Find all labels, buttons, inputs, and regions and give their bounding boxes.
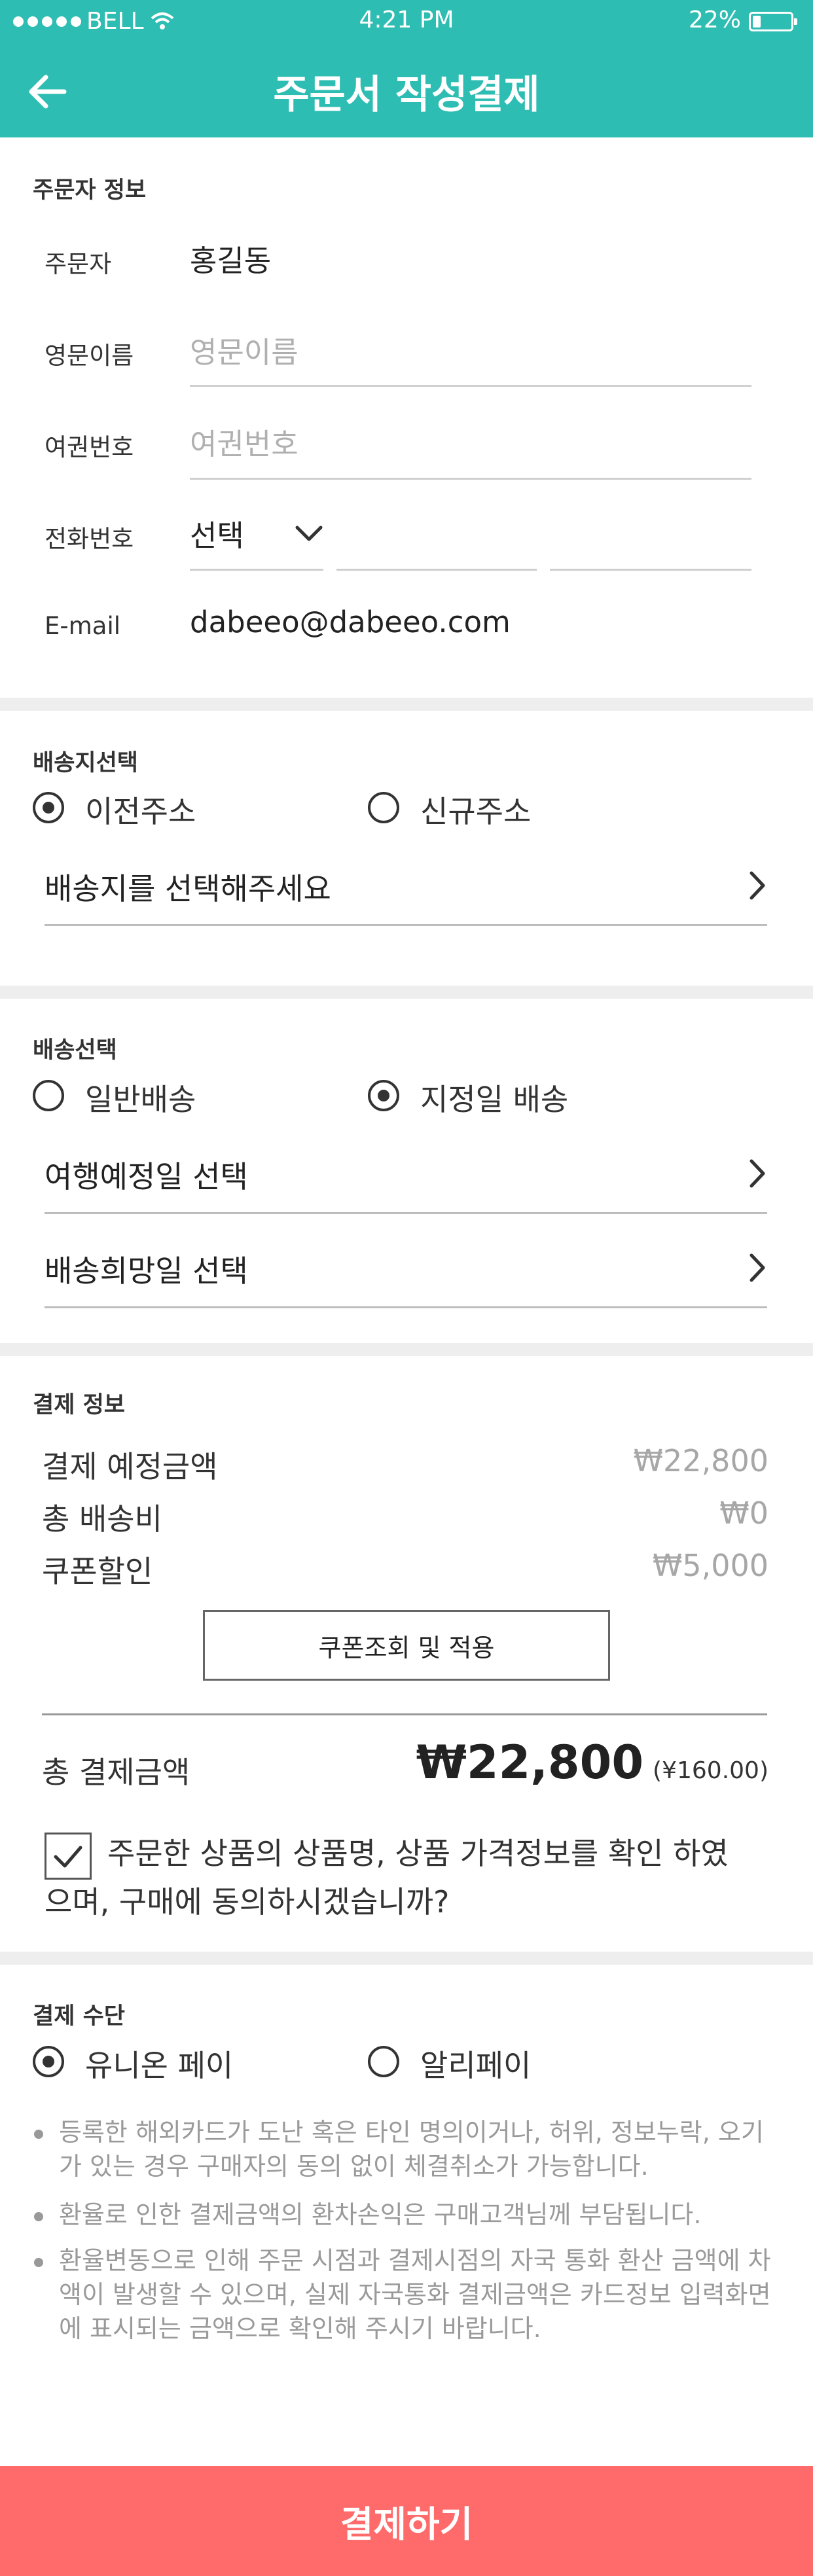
chevron-right-icon	[750, 1253, 765, 1282]
shipping-fee-value: ₩0	[719, 1495, 768, 1531]
bullet-icon	[34, 2130, 43, 2139]
status-bar: BELL 4:21 PM 22%	[0, 0, 813, 43]
checkmark-icon	[54, 1846, 82, 1868]
delivery-date-underline	[45, 1306, 767, 1308]
radio-prev-address-label: 이전주소	[85, 794, 196, 829]
orderer-name-label: 주문자	[45, 250, 112, 278]
coupon-discount-value: ₩5,000	[652, 1548, 768, 1583]
email-label: E-mail	[45, 612, 121, 640]
bullet-icon	[34, 2258, 43, 2267]
chevron-right-icon	[750, 1159, 765, 1188]
radio-scheduled-delivery[interactable]: 지정일 배송	[368, 1076, 643, 1117]
select-address-underline	[45, 924, 767, 926]
passport-label: 여권번호	[45, 433, 134, 461]
select-address-row[interactable]: 배송지를 선택해주세요	[45, 863, 767, 915]
chevron-down-icon	[295, 526, 323, 541]
phone-prefix-value: 선택	[190, 518, 244, 553]
page-title: 주문서 작성결제	[273, 72, 540, 118]
radio-normal-delivery-label: 일반배송	[85, 1082, 196, 1117]
divider	[0, 1952, 813, 1965]
phone-prefix-underline	[190, 569, 323, 571]
phone-last-underline	[550, 569, 751, 571]
orderer-name-value: 홍길동	[190, 243, 272, 278]
section-title-orderer: 주문자 정보	[33, 177, 147, 204]
expected-amount-label: 결제 예정금액	[42, 1449, 218, 1484]
bullet-icon	[34, 2212, 43, 2221]
travel-date-row[interactable]: 여행예정일 선택	[45, 1149, 767, 1202]
app-header: 주문서 작성결제	[0, 43, 813, 137]
passport-input[interactable]: 여권번호	[190, 420, 298, 463]
eng-name-input[interactable]: 영문이름	[190, 329, 298, 371]
notice-item: 환율변동으로 인해 주문 시점과 결제시점의 자국 통화 환산 금액에 차액이 …	[59, 2246, 771, 2343]
radio-new-address[interactable]: 신규주소	[368, 788, 630, 829]
radio-checked-icon	[33, 792, 64, 823]
travel-date-underline	[45, 1212, 767, 1214]
divider	[0, 1343, 813, 1356]
battery-icon	[749, 12, 797, 31]
radio-prev-address[interactable]: 이전주소	[33, 788, 295, 829]
radio-alipay-label: 알리페이	[420, 2048, 532, 2083]
phone-middle-underline	[336, 569, 537, 571]
section-title-delivery-method: 배송선택	[33, 1037, 117, 1064]
radio-union-pay-label: 유니온 페이	[85, 2048, 234, 2083]
radio-normal-delivery[interactable]: 일반배송	[33, 1076, 295, 1117]
phone-prefix-select[interactable]: 선택	[190, 512, 323, 571]
chevron-right-icon	[750, 871, 765, 900]
total-amount-value: ₩22,800	[416, 1736, 644, 1789]
section-title-payment-method: 결제 수단	[33, 2003, 125, 2030]
divider	[0, 698, 813, 711]
section-title-payment-info: 결제 정보	[33, 1392, 125, 1418]
total-divider	[42, 1713, 767, 1715]
radio-new-address-label: 신규주소	[420, 794, 532, 829]
phone-middle-input[interactable]	[336, 524, 537, 571]
total-amount-label: 총 결제금액	[42, 1755, 190, 1790]
radio-union-pay[interactable]: 유니온 페이	[33, 2042, 321, 2083]
delivery-date-label: 배송희망일 선택	[45, 1253, 248, 1289]
section-title-delivery-address: 배송지선택	[33, 750, 139, 776]
delivery-date-row[interactable]: 배송희망일 선택	[45, 1243, 767, 1296]
radio-checked-icon	[33, 2046, 64, 2077]
select-address-label: 배송지를 선택해주세요	[45, 871, 331, 906]
radio-unchecked-icon	[33, 1080, 64, 1111]
radio-alipay[interactable]: 알리페이	[368, 2042, 630, 2083]
passport-underline	[190, 478, 751, 480]
shipping-fee-label: 총 배송비	[42, 1501, 162, 1537]
coupon-apply-button[interactable]: 쿠폰조회 및 적용	[203, 1610, 610, 1681]
radio-unchecked-icon	[368, 792, 399, 823]
phone-last-input[interactable]	[550, 524, 751, 571]
coupon-discount-label: 쿠폰할인	[42, 1554, 153, 1589]
radio-unchecked-icon	[368, 2046, 399, 2077]
phone-label: 전화번호	[45, 525, 134, 553]
radio-scheduled-delivery-label: 지정일 배송	[420, 1082, 569, 1117]
pay-button[interactable]: 결제하기	[0, 2466, 813, 2576]
agree-text-line2: 으며, 구매에 동의하시겠습니까?	[45, 1884, 450, 1920]
total-amount-cny: (¥160.00)	[653, 1757, 768, 1784]
total-amount: ₩22,800 (¥160.00)	[416, 1736, 768, 1789]
agree-text-line1: 주문한 상품의 상품명, 상품 가격정보를 확인 하였	[107, 1836, 729, 1871]
battery-percent: 22%	[688, 7, 741, 33]
travel-date-label: 여행예정일 선택	[45, 1159, 248, 1194]
agree-checkbox[interactable]	[45, 1833, 92, 1880]
notice-item: 환율로 인한 결제금액의 환차손익은 구매고객님께 부담됩니다.	[59, 2200, 702, 2229]
expected-amount-value: ₩22,800	[633, 1443, 768, 1478]
eng-name-underline	[190, 385, 751, 387]
email-value: dabeeo@dabeeo.com	[190, 605, 511, 639]
notice-item: 등록한 해외카드가 도난 혹은 타인 명의이거나, 허위, 정보누락, 오기가 …	[59, 2118, 764, 2181]
divider	[0, 986, 813, 999]
eng-name-label: 영문이름	[45, 342, 134, 370]
radio-checked-icon	[368, 1080, 399, 1111]
